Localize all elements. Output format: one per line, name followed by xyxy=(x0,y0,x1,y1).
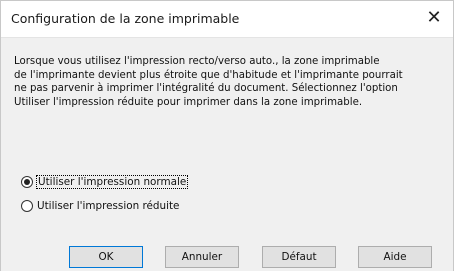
radio-reduced-print-option[interactable]: Utiliser l'impression réduite xyxy=(21,198,179,214)
radio-label-normal[interactable]: Utiliser l'impression normale xyxy=(35,175,189,189)
ok-button[interactable]: OK xyxy=(69,246,143,268)
print-area-dialog: Configuration de la zone imprimable ✕ Lo… xyxy=(0,0,454,271)
radio-label-reduced[interactable]: Utiliser l'impression réduite xyxy=(37,200,179,212)
dialog-body: Lorsque vous utilisez l'impression recto… xyxy=(1,37,453,271)
dialog-message: Lorsque vous utilisez l'impression recto… xyxy=(14,56,403,108)
title-bar: Configuration de la zone imprimable ✕ xyxy=(1,1,453,37)
dialog-title: Configuration de la zone imprimable xyxy=(11,11,240,26)
default-button[interactable]: Défaut xyxy=(262,246,336,268)
radio-button-normal[interactable] xyxy=(21,176,33,188)
radio-normal-print-option[interactable]: Utiliser l'impression normale xyxy=(21,174,189,190)
close-icon[interactable]: ✕ xyxy=(422,7,446,29)
help-button[interactable]: Aide xyxy=(358,246,432,268)
cancel-button[interactable]: Annuler xyxy=(165,246,239,268)
radio-button-reduced[interactable] xyxy=(21,200,33,212)
